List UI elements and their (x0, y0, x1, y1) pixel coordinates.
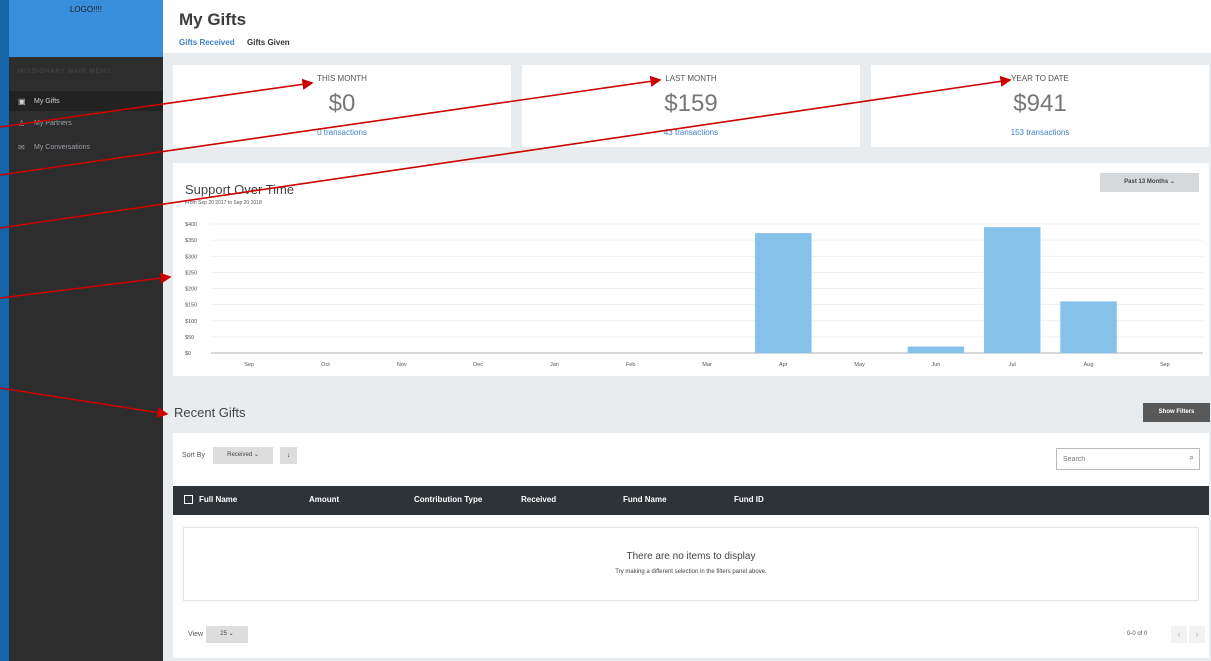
page-size-value: 25 (220, 631, 227, 637)
envelope-icon: ✉ (18, 142, 25, 152)
sidebar-item-label: My Gifts (34, 97, 60, 105)
column-amount[interactable]: Amount (309, 495, 339, 504)
chevron-down-icon: ⌄ (228, 631, 234, 637)
sort-select[interactable]: Received ⌄ (213, 447, 273, 464)
recent-gifts-panel: Sort By Received ⌄ ↓ ⌕ Full Name Amount … (173, 433, 1209, 658)
x-tick-label: Dec (473, 362, 483, 368)
y-tick-label: $150 (185, 303, 197, 309)
sidebar-item-label: My Partners (34, 119, 72, 127)
transactions-link[interactable]: 153 transactions (871, 128, 1209, 137)
chevron-down-icon: ⌄ (253, 452, 259, 458)
x-tick-label: May (854, 362, 865, 368)
main-content: My Gifts Gifts Received Gifts Given THIS… (163, 0, 1211, 661)
gift-icon: ▣ (18, 96, 26, 106)
logo: LOGO!!!! (69, 5, 102, 14)
stat-label: LAST MONTH (665, 74, 717, 83)
column-contribution-type[interactable]: Contribution Type (414, 495, 482, 504)
pagination-range: 0-0 of 0 (1127, 631, 1148, 637)
page-title: My Gifts (179, 10, 247, 29)
sidebar-item-my-gifts[interactable]: ▣ My Gifts (9, 91, 163, 111)
search-input[interactable] (1063, 451, 1173, 467)
stat-value: $941 (1013, 90, 1067, 117)
period-label: Past 13 Months (1124, 179, 1169, 185)
left-edge-strip (0, 0, 9, 661)
x-tick-label: Jun (931, 362, 940, 368)
sort-value: Received (227, 452, 253, 458)
stat-value: $0 (328, 90, 356, 117)
transactions-link[interactable]: 0 transactions (173, 128, 511, 137)
x-tick-label: Oct (321, 362, 330, 368)
bar-jun-9[interactable] (907, 346, 965, 353)
empty-state-subtitle: Try making a different selection in the … (615, 569, 767, 575)
chart-subtitle: From Sep 20 2017 to Sep 20 2018 (185, 200, 262, 206)
x-tick-label: Sep (244, 362, 254, 368)
support-chart-panel: $0 $50 $100 $150 $200 $250 $300 $350 $400 Sep Oct N… (173, 163, 1209, 376)
column-fund-id[interactable]: Fund ID (734, 495, 764, 504)
page-size-select[interactable]: 25 ⌄ (206, 626, 248, 643)
stat-value: $159 (664, 90, 718, 117)
chevron-down-icon: ⌄ (1169, 179, 1175, 185)
x-tick-label: Jan (550, 362, 559, 368)
page-header: My Gifts Gifts Received Gifts Given (163, 0, 1211, 53)
y-tick-label: $200 (185, 287, 197, 293)
column-received[interactable]: Received (521, 495, 556, 504)
stat-card-year-to-date: YEAR TO DATE $941 153 transactions (871, 65, 1209, 147)
sidebar: LOGO!!!! MISSIONARY MAIN MENU ▣ My Gifts… (9, 0, 163, 661)
tab-gifts-received[interactable]: Gifts Received (179, 38, 235, 47)
select-all-checkbox[interactable] (184, 495, 193, 504)
people-icon: ♙ (18, 118, 26, 128)
sort-by-label: Sort By (182, 452, 205, 459)
previous-page-button[interactable]: ‹ (1171, 626, 1187, 643)
menu-heading: MISSIONARY MAIN MENU (18, 69, 112, 75)
x-tick-label: Sep (1160, 362, 1170, 368)
period-dropdown[interactable]: Past 13 Months ⌄ (1100, 173, 1199, 192)
chart-title: Support Over Time (185, 182, 295, 197)
search-icon[interactable]: ⌕ (1190, 453, 1194, 463)
table-header: Full Name Amount Contribution Type Recei… (173, 486, 1209, 515)
empty-state: There are no items to display Try making… (183, 527, 1199, 601)
column-fund-name[interactable]: Fund Name (623, 495, 667, 504)
support-chart: $0 $50 $100 $150 $200 $250 $300 $350 $400 Sep Oct N… (185, 222, 1203, 368)
y-tick-label: $400 (185, 222, 197, 228)
x-tick-label: Jul (1009, 362, 1016, 368)
stat-card-last-month: LAST MONTH $159 43 transactions (522, 65, 860, 147)
y-tick-label: $300 (185, 254, 197, 260)
sidebar-item-label: My Conversations (34, 143, 91, 151)
sidebar-item-my-partners[interactable]: ♙ My Partners (9, 113, 163, 133)
y-tick-label: $50 (185, 335, 194, 341)
bar-aug-11[interactable] (1060, 301, 1117, 353)
y-tick-label: $250 (185, 270, 197, 276)
page-size-label: View (188, 631, 204, 638)
stat-label: YEAR TO DATE (1011, 74, 1069, 83)
logo-area: LOGO!!!! (9, 0, 163, 57)
x-tick-label: Nov (397, 362, 407, 368)
transactions-link[interactable]: 43 transactions (522, 128, 860, 137)
x-tick-label: Apr (779, 362, 788, 368)
search-box: ⌕ (1056, 448, 1200, 470)
stat-card-this-month: THIS MONTH $0 0 transactions (173, 65, 511, 147)
column-full-name[interactable]: Full Name (199, 495, 237, 504)
y-tick-label: $0 (185, 351, 191, 357)
empty-state-title: There are no items to display (626, 551, 756, 562)
chevron-left-icon: ‹ (1177, 629, 1181, 639)
show-filters-button[interactable]: Show Filters (1143, 403, 1210, 422)
y-tick-label: $100 (185, 319, 197, 325)
stat-label: THIS MONTH (317, 74, 367, 83)
bar-jul-10[interactable] (983, 227, 1041, 353)
sort-direction-button[interactable]: ↓ (280, 447, 297, 464)
y-tick-label: $350 (185, 238, 197, 244)
tab-gifts-given[interactable]: Gifts Given (247, 38, 290, 47)
next-page-button[interactable]: › (1189, 626, 1205, 643)
sidebar-item-my-conversations[interactable]: ✉ My Conversations (9, 137, 163, 157)
recent-gifts-title: Recent Gifts (174, 405, 246, 420)
arrow-down-icon: ↓ (286, 452, 291, 459)
bar-apr-7[interactable] (755, 233, 812, 353)
x-tick-label: Mar (702, 362, 712, 368)
x-tick-label: Aug (1084, 362, 1094, 368)
x-tick-label: Feb (626, 362, 635, 368)
chevron-right-icon: › (1195, 629, 1199, 639)
